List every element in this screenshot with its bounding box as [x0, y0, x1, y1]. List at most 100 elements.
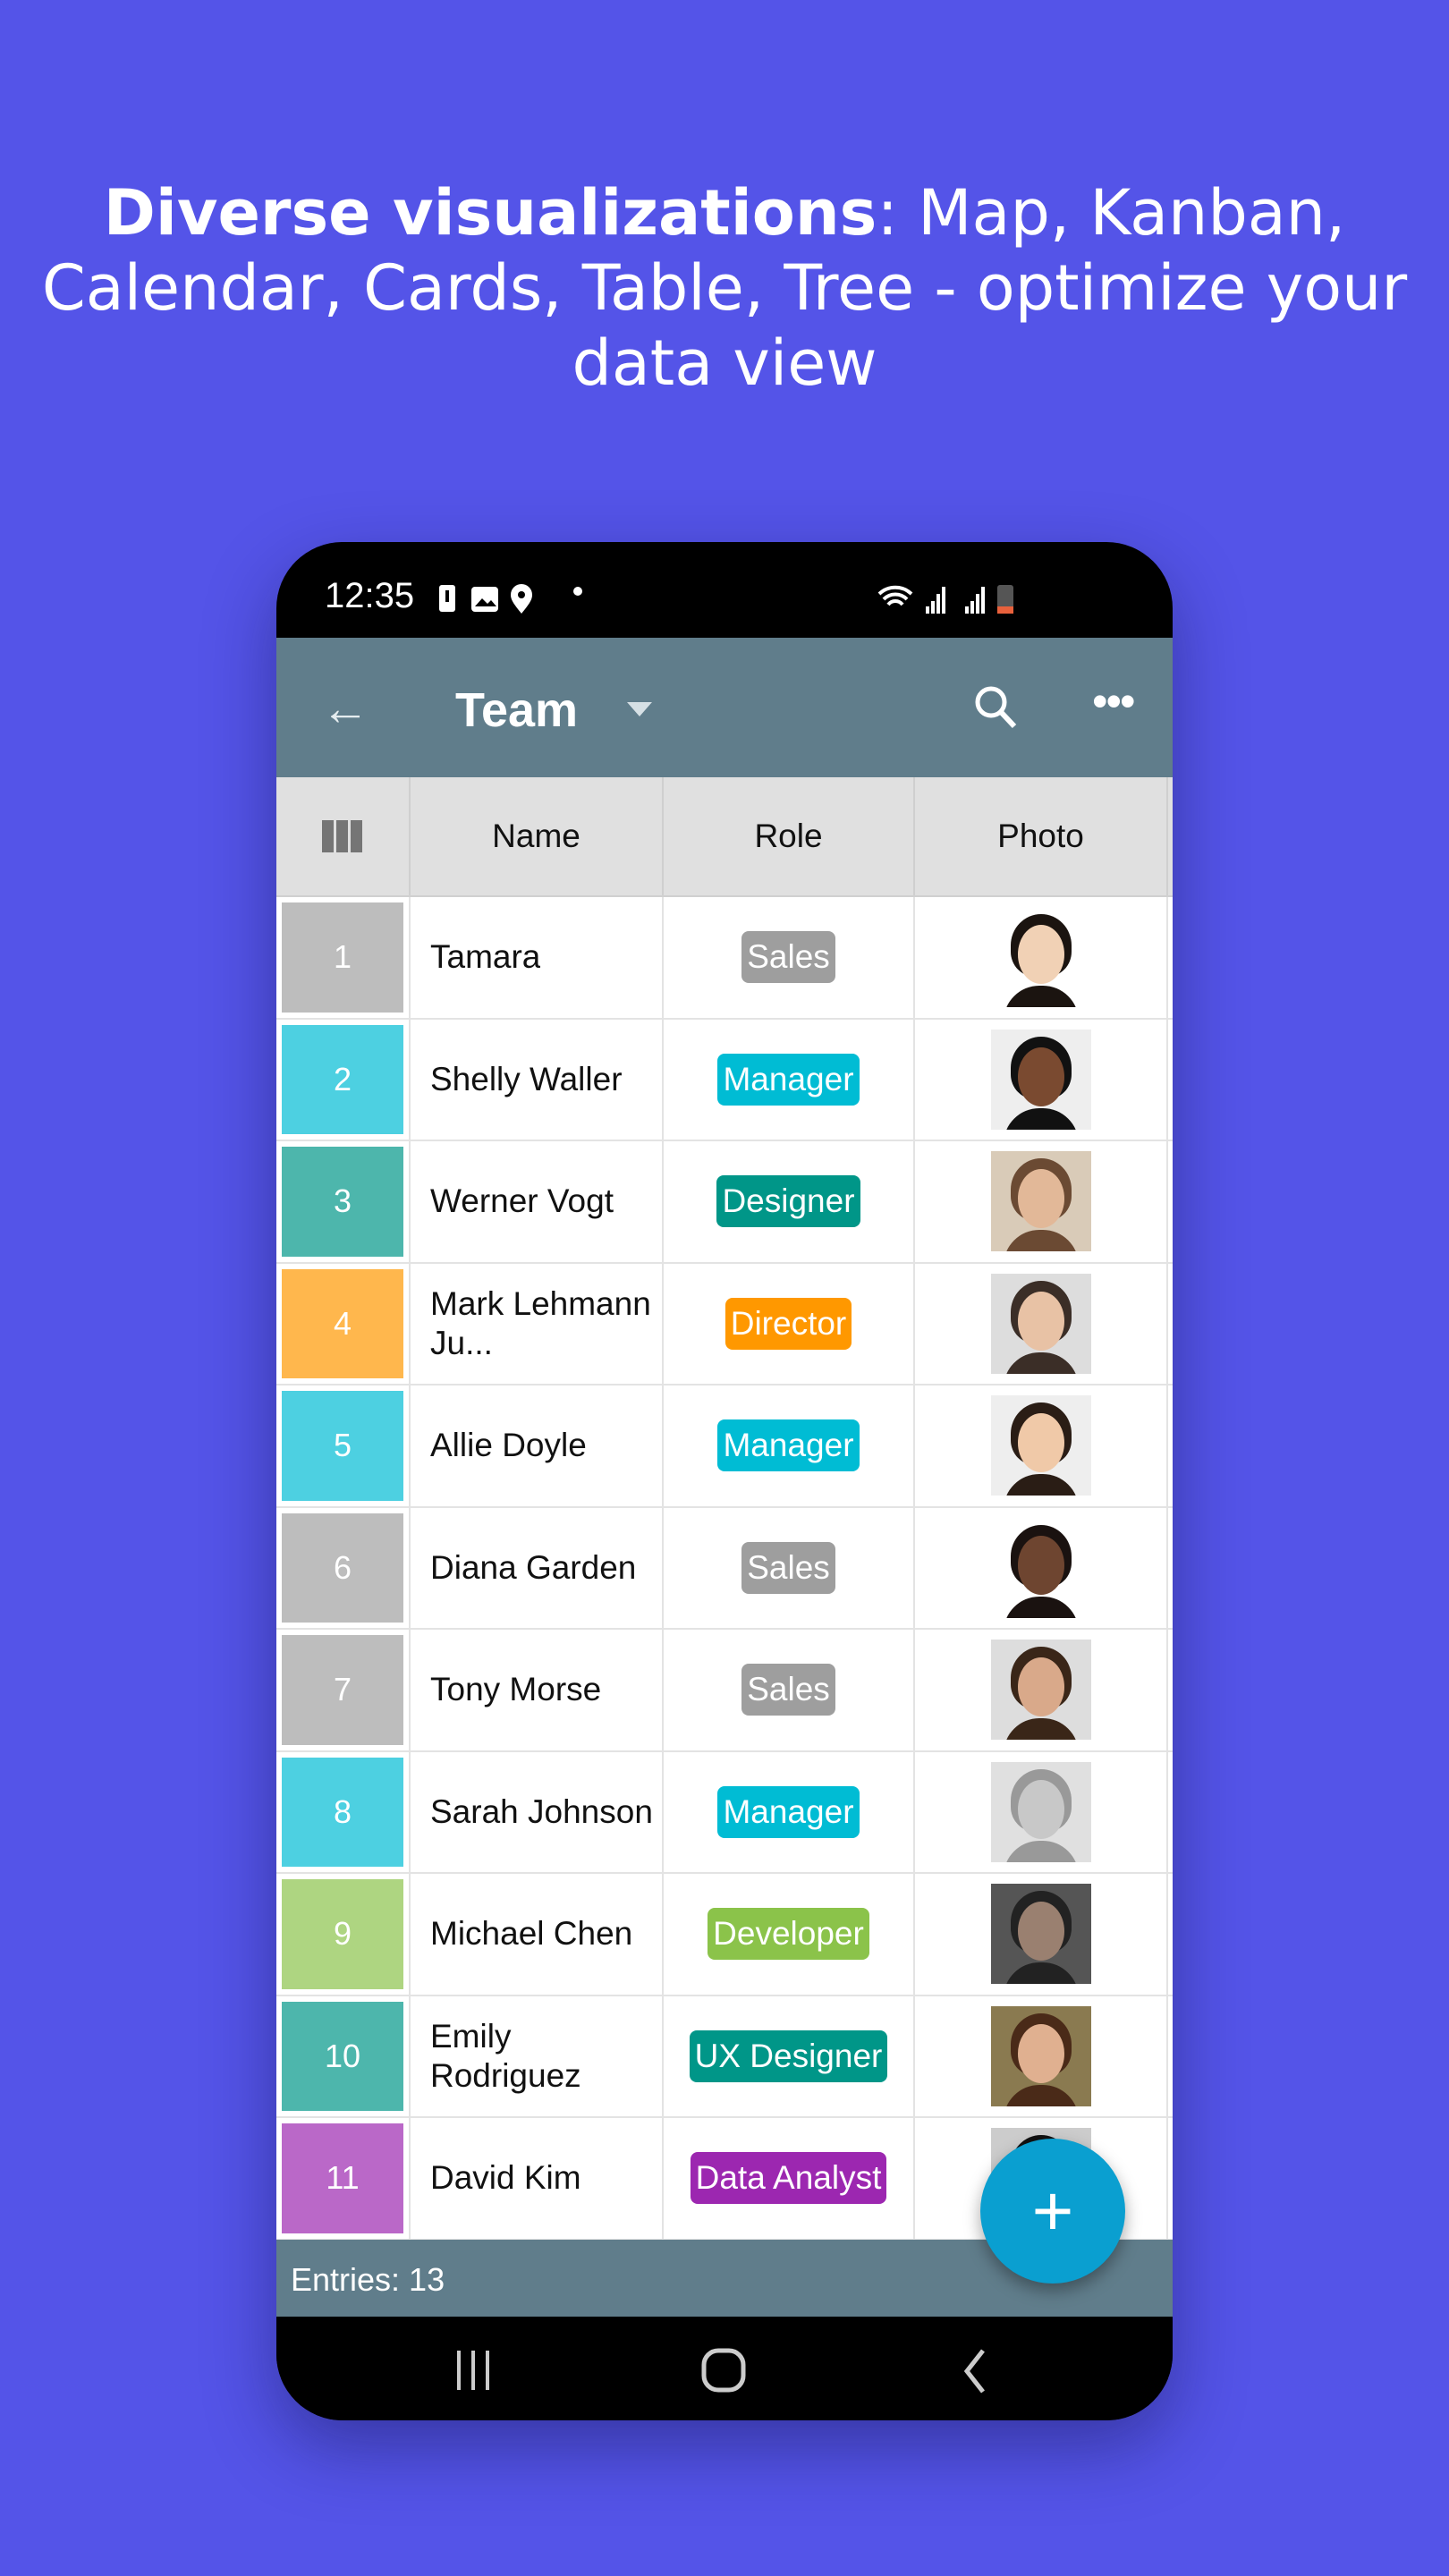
avatar	[990, 1395, 1091, 1496]
row-number: 9	[282, 1879, 403, 1989]
avatar	[990, 1029, 1091, 1130]
name-cell[interactable]: Sarah Johnson	[411, 1751, 664, 1872]
avatar	[990, 1761, 1091, 1862]
table-row[interactable]: 4 Mark Lehmann Ju... Director	[276, 1263, 1173, 1385]
photo-cell[interactable]	[915, 1019, 1168, 1140]
table-row[interactable]: 3 Werner Vogt Designer	[276, 1141, 1173, 1264]
more-icon[interactable]: •••	[1092, 675, 1135, 727]
avatar	[990, 907, 1091, 1008]
row-index-cell[interactable]: 6	[276, 1507, 411, 1628]
role-cell[interactable]: Designer	[664, 1141, 915, 1262]
table-row[interactable]: 1 Tamara Sales	[276, 897, 1173, 1020]
photo-cell[interactable]	[915, 1385, 1168, 1506]
row-index-cell[interactable]: 10	[276, 1996, 411, 2116]
back-nav-icon[interactable]	[958, 2349, 994, 2394]
headline: Diverse visualizations: Map, Kanban, Cal…	[0, 175, 1449, 401]
row-number: 4	[282, 1268, 403, 1378]
columns-icon	[322, 820, 362, 852]
name-cell[interactable]: Tony Morse	[411, 1630, 664, 1750]
photo-cell[interactable]	[915, 1751, 1168, 1872]
photo-cell[interactable]	[915, 1996, 1168, 2116]
row-number: 8	[282, 1757, 403, 1867]
table-row[interactable]: 2 Shelly Waller Manager	[276, 1019, 1173, 1141]
row-index-cell[interactable]: 8	[276, 1751, 411, 1872]
row-index-cell[interactable]: 11	[276, 2118, 411, 2239]
dropdown-caret-icon[interactable]	[627, 702, 652, 716]
table-row[interactable]: 10 Emily Rodriguez UX Designer	[276, 1996, 1173, 2118]
name-text: Mark Lehmann Ju...	[430, 1284, 651, 1361]
role-cell[interactable]: Manager	[664, 1751, 915, 1872]
name-text: Tamara	[430, 938, 541, 976]
recent-apps-icon[interactable]	[452, 2349, 496, 2392]
table-row[interactable]: 8 Sarah Johnson Manager	[276, 1751, 1173, 1874]
name-cell[interactable]: Michael Chen	[411, 1874, 664, 1995]
headline-bold: Diverse visualizations	[103, 176, 877, 250]
row-number: 2	[282, 1024, 403, 1134]
role-cell[interactable]: UX Designer	[664, 1996, 915, 2116]
entries-count: Entries: 13	[291, 2261, 445, 2298]
role-cell[interactable]: Sales	[664, 1507, 915, 1628]
view-title[interactable]: Team	[455, 682, 578, 738]
phone-frame: 12:35 ← Team ••• Name Role Photo 1 Tamar…	[276, 542, 1173, 2420]
row-index-cell[interactable]: 1	[276, 897, 411, 1018]
name-cell[interactable]: Shelly Waller	[411, 1019, 664, 1140]
role-cell[interactable]: Manager	[664, 1019, 915, 1140]
photo-cell[interactable]	[915, 1874, 1168, 1995]
add-entry-button[interactable]: +	[980, 2139, 1125, 2284]
column-header-name[interactable]: Name	[411, 777, 664, 895]
name-cell[interactable]: Mark Lehmann Ju...	[411, 1263, 664, 1384]
row-index-cell[interactable]: 9	[276, 1874, 411, 1995]
avatar	[990, 1884, 1091, 1985]
table-row[interactable]: 6 Diana Garden Sales	[276, 1507, 1173, 1630]
name-text: Diana Garden	[430, 1548, 637, 1586]
back-arrow-icon[interactable]: ←	[321, 681, 369, 736]
table-row[interactable]: 9 Michael Chen Developer	[276, 1874, 1173, 1996]
system-nav-bar	[276, 2317, 1173, 2420]
role-badge: Sales	[741, 1664, 835, 1716]
avatar	[990, 1640, 1091, 1741]
name-cell[interactable]: Allie Doyle	[411, 1385, 664, 1506]
table-row[interactable]: 7 Tony Morse Sales	[276, 1630, 1173, 1752]
data-table: Name Role Photo 1 Tamara Sales 2 Shelly …	[276, 777, 1173, 2241]
status-bar: 12:35	[276, 542, 1173, 638]
row-index-cell[interactable]: 7	[276, 1630, 411, 1750]
avatar	[990, 1151, 1091, 1252]
photo-cell[interactable]	[915, 1507, 1168, 1628]
name-cell[interactable]: Emily Rodriguez	[411, 1996, 664, 2116]
connectivity-icons	[877, 585, 1013, 614]
row-index-cell[interactable]: 5	[276, 1385, 411, 1506]
column-header-photo[interactable]: Photo	[915, 777, 1168, 895]
name-text: Tony Morse	[430, 1671, 602, 1708]
name-cell[interactable]: Diana Garden	[411, 1507, 664, 1628]
table-row[interactable]: 5 Allie Doyle Manager	[276, 1385, 1173, 1508]
photo-cell[interactable]	[915, 897, 1168, 1018]
search-icon[interactable]	[970, 681, 1023, 734]
name-cell[interactable]: David Kim	[411, 2118, 664, 2239]
status-time: 12:35	[325, 576, 415, 615]
name-text: Emily Rodriguez	[430, 2017, 581, 2094]
name-cell[interactable]: Tamara	[411, 897, 664, 1018]
photo-cell[interactable]	[915, 1263, 1168, 1384]
name-cell[interactable]: Werner Vogt	[411, 1141, 664, 1262]
home-icon[interactable]	[700, 2347, 749, 2395]
column-settings-button[interactable]	[276, 777, 411, 895]
role-cell[interactable]: Data Analyst	[664, 2118, 915, 2239]
role-badge: UX Designer	[689, 2029, 888, 2082]
name-text: Michael Chen	[430, 1915, 633, 1953]
row-number: 5	[282, 1391, 403, 1501]
avatar	[990, 1517, 1091, 1618]
row-index-cell[interactable]: 4	[276, 1263, 411, 1384]
photo-cell[interactable]	[915, 1630, 1168, 1750]
name-text: Shelly Waller	[430, 1060, 623, 1097]
avatar	[990, 1273, 1091, 1374]
role-badge: Director	[724, 1297, 852, 1350]
row-index-cell[interactable]: 3	[276, 1141, 411, 1262]
row-index-cell[interactable]: 2	[276, 1019, 411, 1140]
role-cell[interactable]: Sales	[664, 1630, 915, 1750]
column-header-role[interactable]: Role	[664, 777, 915, 895]
role-cell[interactable]: Manager	[664, 1385, 915, 1506]
role-cell[interactable]: Director	[664, 1263, 915, 1384]
role-cell[interactable]: Sales	[664, 897, 915, 1018]
role-cell[interactable]: Developer	[664, 1874, 915, 1995]
photo-cell[interactable]	[915, 1141, 1168, 1262]
